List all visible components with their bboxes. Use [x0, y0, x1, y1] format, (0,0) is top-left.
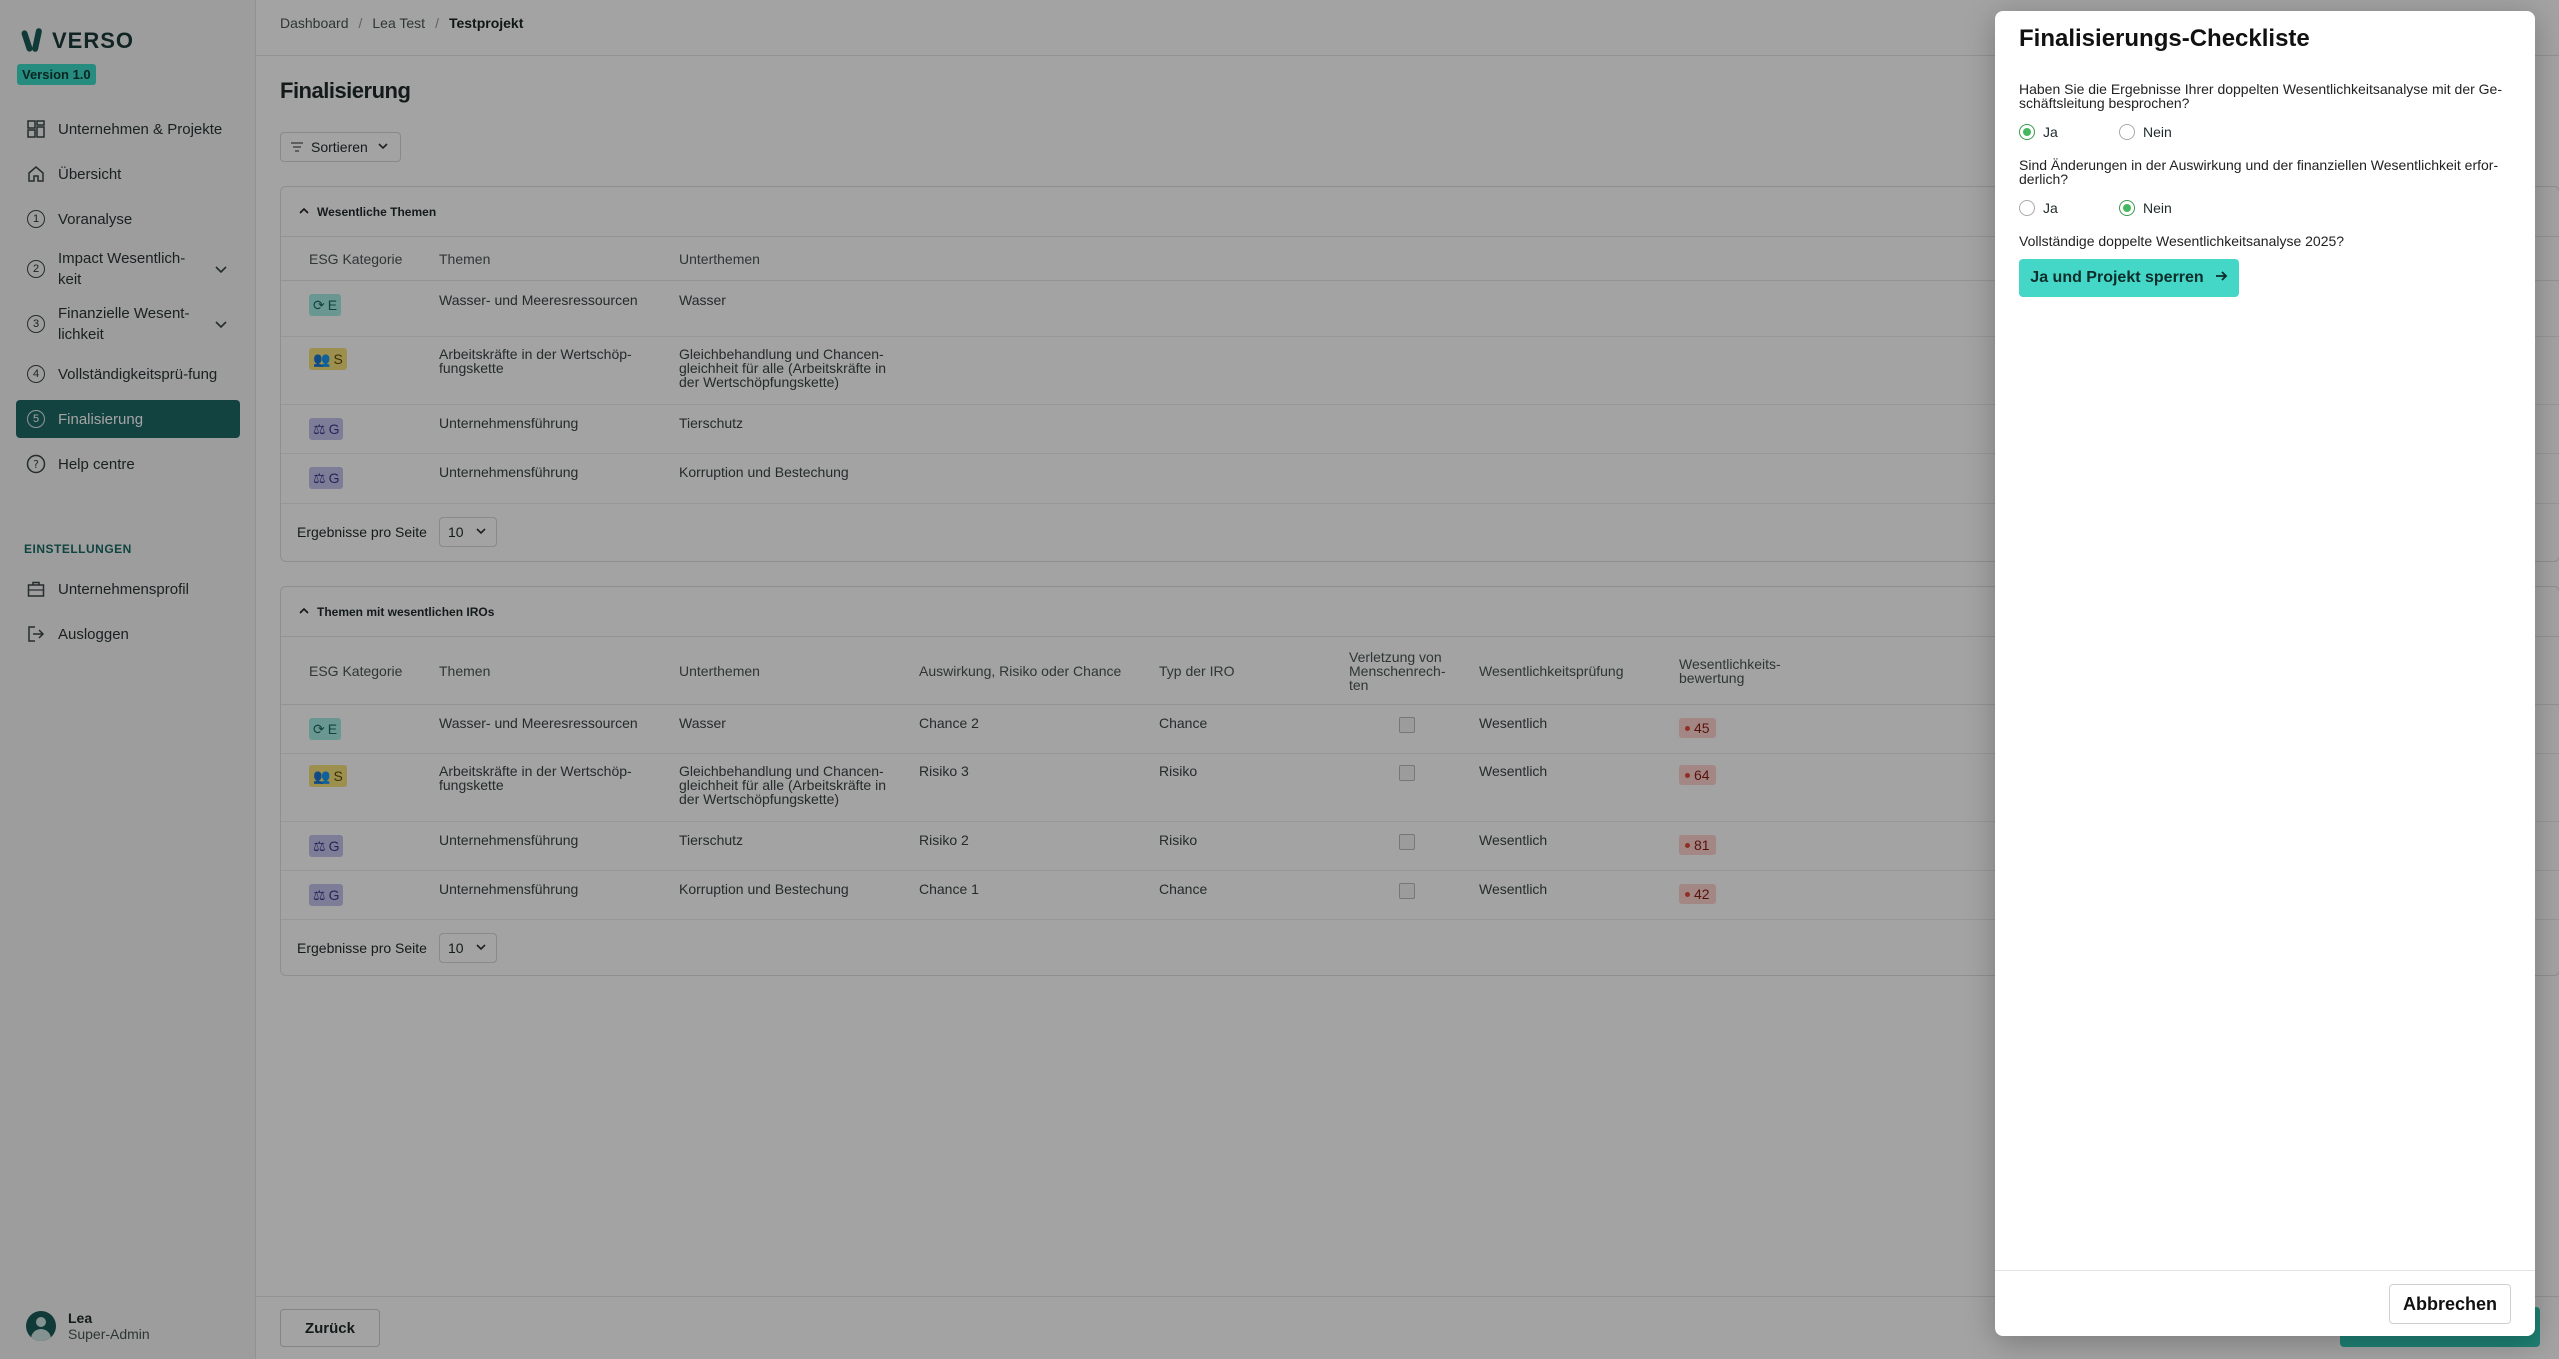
radio-q2-yes[interactable]: Ja	[2019, 200, 2119, 216]
radio-label: Nein	[2143, 124, 2172, 140]
radio-button-checked[interactable]	[2019, 124, 2035, 140]
radio-group-q1: Ja Nein	[2019, 124, 2219, 140]
radio-label: Nein	[2143, 200, 2172, 216]
radio-label: Ja	[2043, 124, 2058, 140]
radio-q1-no[interactable]: Nein	[2119, 124, 2219, 140]
button-label: Ja und Projekt sperren	[2030, 269, 2204, 286]
radio-button-checked[interactable]	[2119, 200, 2135, 216]
dialog-footer: Abbrechen	[1995, 1270, 2535, 1336]
finalization-checklist-dialog: Finalisierungs-Checkliste Haben Sie die …	[1995, 11, 2535, 1336]
radio-q2-no[interactable]: Nein	[2119, 200, 2219, 216]
dialog-title: Finalisierungs-Checkliste	[2019, 25, 2310, 52]
radio-group-q2: Ja Nein	[2019, 200, 2219, 216]
question-discussed-with-management: Haben Sie die Ergebnisse Ihrer doppelten…	[2019, 81, 2502, 111]
arrow-right-icon	[2214, 269, 2228, 288]
question-complete-analysis: Vollständige doppelte Wesentlichkeitsana…	[2019, 233, 2345, 249]
confirm-and-lock-button[interactable]: Ja und Projekt sperren	[2019, 259, 2239, 297]
radio-button[interactable]	[2019, 200, 2035, 216]
cancel-button[interactable]: Abbrechen	[2389, 1284, 2511, 1324]
question-changes-required: Sind Änderungen in der Auswirkung und de…	[2019, 157, 2499, 187]
radio-q1-yes[interactable]: Ja	[2019, 124, 2119, 140]
radio-button[interactable]	[2119, 124, 2135, 140]
radio-label: Ja	[2043, 200, 2058, 216]
